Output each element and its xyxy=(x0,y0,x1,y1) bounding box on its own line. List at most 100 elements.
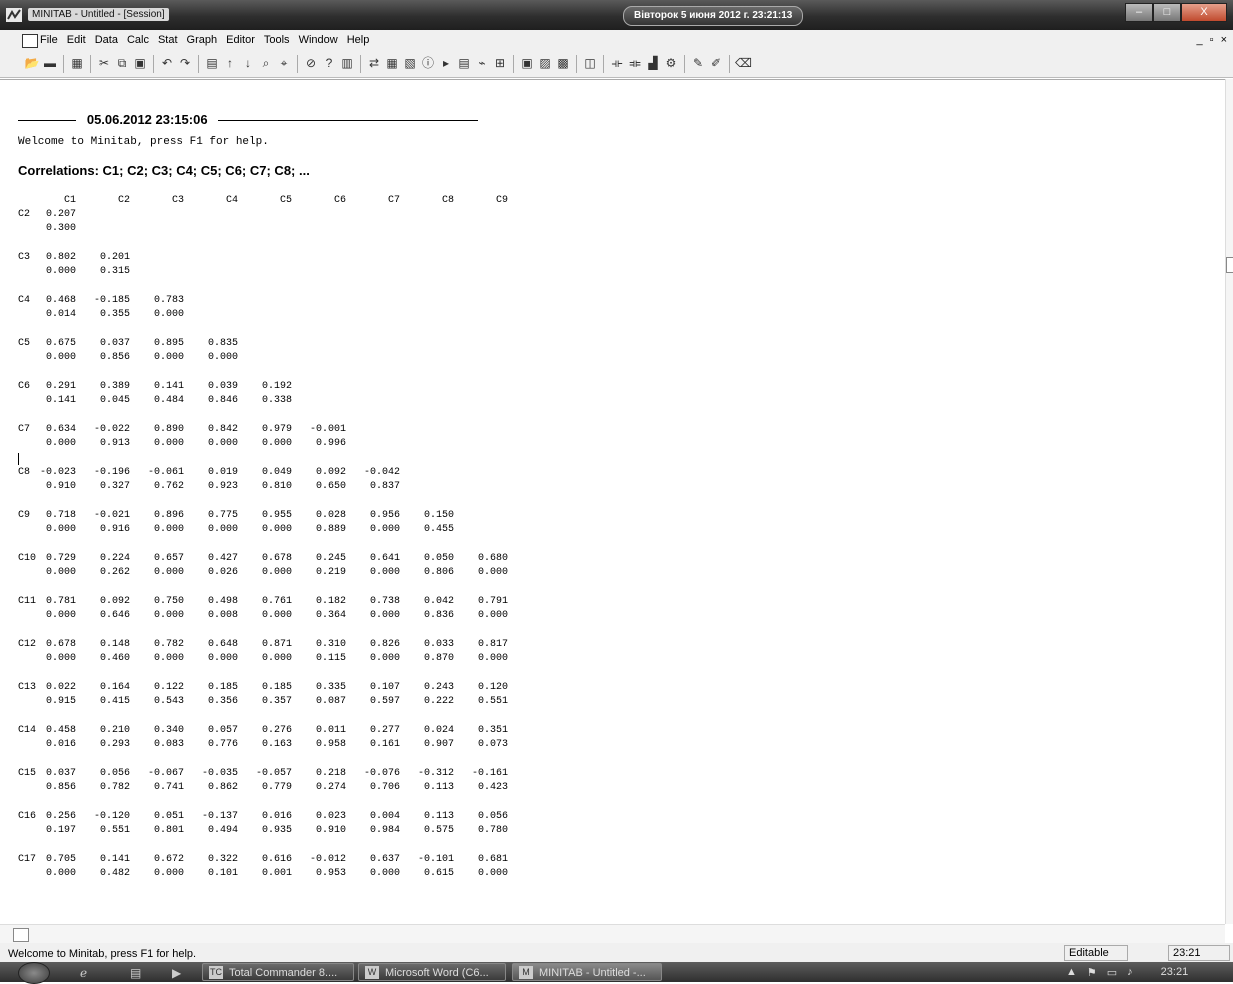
menu-tools[interactable]: Tools xyxy=(264,34,290,46)
taskbar-total-commander[interactable]: TC Total Commander 8.... xyxy=(202,963,354,981)
help-icon[interactable]: ? xyxy=(321,55,337,71)
taskbar-label: Total Commander 8.... xyxy=(229,967,338,979)
paste-icon[interactable]: ▣ xyxy=(132,55,148,71)
matrix-cell: 0.657 xyxy=(153,553,184,564)
media-icon[interactable]: ▶ xyxy=(172,966,181,980)
find-icon[interactable]: ⌕ xyxy=(258,55,274,71)
minimize-button[interactable]: – xyxy=(1125,3,1153,22)
eraser-icon[interactable]: ⌫ xyxy=(735,55,752,71)
worksheet2-icon[interactable]: ▧ xyxy=(402,55,418,71)
volume-icon[interactable]: ♪ xyxy=(1127,966,1133,979)
vertical-scrollbar[interactable] xyxy=(1225,79,1233,924)
session-window[interactable]: 05.06.2012 23:15:06 Welcome to Minitab, … xyxy=(0,79,1225,925)
find-next-icon[interactable]: ⌖ xyxy=(276,55,292,71)
menu-help[interactable]: Help xyxy=(347,34,370,46)
toolbar-separator xyxy=(360,55,361,73)
cancel-icon[interactable]: ⊘ xyxy=(303,55,319,71)
network-icon[interactable]: ▭ xyxy=(1107,966,1117,979)
history-icon[interactable]: ▸ xyxy=(438,55,454,71)
print-icon[interactable]: ▦ xyxy=(69,55,85,71)
worksheet-icon[interactable]: ▦ xyxy=(384,55,400,71)
menu-editor[interactable]: Editor xyxy=(226,34,255,46)
undo-icon[interactable]: ↶ xyxy=(159,55,175,71)
menu-edit[interactable]: Edit xyxy=(67,34,86,46)
down-arrow-icon[interactable]: ↓ xyxy=(240,55,256,71)
menu-calc[interactable]: Calc xyxy=(127,34,149,46)
edit2-icon[interactable]: ✐ xyxy=(708,55,724,71)
taskbar-word[interactable]: W Microsoft Word (C6... xyxy=(358,963,506,981)
matrix-cell: 0.000 xyxy=(45,567,76,578)
tray-time[interactable]: 23:21 xyxy=(1161,966,1189,979)
data-icon[interactable]: ▟ xyxy=(645,55,661,71)
up-arrow-icon[interactable]: ↑ xyxy=(222,55,238,71)
row-label: C9 xyxy=(18,510,31,521)
menu-bar: File Edit Data Calc Stat Graph Editor To… xyxy=(0,30,1233,52)
flag-icon[interactable]: ⚑ xyxy=(1087,966,1097,979)
copy-icon[interactable]: ⧉ xyxy=(114,55,130,71)
matrix-cell: 0.648 xyxy=(207,639,238,650)
matrix-cell: 0.000 xyxy=(369,653,400,664)
maximize-button[interactable]: □ xyxy=(1153,3,1181,22)
brush2-icon[interactable]: ⟚ xyxy=(627,55,643,71)
chart-icon[interactable]: ◫ xyxy=(582,55,598,71)
mdi-controls[interactable]: _ ▫ × xyxy=(1196,34,1229,46)
matrix-cell: 0.706 xyxy=(369,782,400,793)
close-button[interactable]: X xyxy=(1181,3,1227,22)
book-icon[interactable]: ▥ xyxy=(339,55,355,71)
menu-stat[interactable]: Stat xyxy=(158,34,178,46)
matrix-cell: 0.681 xyxy=(477,854,508,865)
matrix-cell: 0.201 xyxy=(99,252,130,263)
info-icon[interactable]: ⓘ xyxy=(420,55,436,71)
matrix-cell: 0.817 xyxy=(477,639,508,650)
horizontal-scrollbar[interactable] xyxy=(0,924,1225,944)
open-icon[interactable]: 📂 xyxy=(24,55,40,71)
save-icon[interactable]: ▬ xyxy=(42,55,58,71)
layout-icon[interactable]: ⊞ xyxy=(492,55,508,71)
tool-icon[interactable]: ⚙ xyxy=(663,55,679,71)
status-bar: Welcome to Minitab, press F1 for help. E… xyxy=(0,943,1233,962)
matrix-cell: 0.351 xyxy=(477,725,508,736)
matrix-cell: 0.011 xyxy=(315,725,346,736)
start-button[interactable] xyxy=(18,962,50,984)
matrix-cell: 0.910 xyxy=(45,481,76,492)
tray-arrow-icon[interactable]: ▲ xyxy=(1066,966,1077,979)
menu-file[interactable]: File xyxy=(40,34,58,46)
toolbar: 📂 ▬ ▦ ✂ ⧉ ▣ ↶ ↷ ▤ ↑ ↓ ⌕ ⌖ ⊘? ▥ ⇄ ▦ ▧ ⓘ ▸ ▤ ⌁ ⊞ ▣ ▨ ▩ ◫ ⟛ ⟚ ▟ ⚙ ✎ ✐ ⌫ xyxy=(0,51,1233,78)
session-document-icon[interactable] xyxy=(22,34,38,48)
matrix-cell: 0.935 xyxy=(261,825,292,836)
matrix-cell: -0.312 xyxy=(417,768,454,779)
matrix-cell: 0.049 xyxy=(261,467,292,478)
ie-icon[interactable]: ℯ xyxy=(80,966,87,980)
scroll-thumb[interactable] xyxy=(1226,257,1233,273)
window-icon[interactable]: ▨ xyxy=(537,55,553,71)
brush-icon[interactable]: ⟛ xyxy=(609,55,625,71)
report-icon[interactable]: ▤ xyxy=(456,55,472,71)
row-label: C4 xyxy=(18,295,31,306)
edit-icon[interactable]: ✎ xyxy=(690,55,706,71)
matrix-cell: 0.335 xyxy=(315,682,346,693)
menu-data[interactable]: Data xyxy=(95,34,118,46)
taskbar-minitab[interactable]: M MINITAB - Untitled -... xyxy=(512,963,662,981)
redo-icon[interactable]: ↷ xyxy=(177,55,193,71)
taskbar-label: Microsoft Word (C6... xyxy=(385,967,489,979)
matrix-cell: 0.207 xyxy=(45,209,76,220)
session-icon[interactable]: ▤ xyxy=(204,55,220,71)
matrix-cell: 0.953 xyxy=(315,868,346,879)
graph-icon[interactable]: ⇄ xyxy=(366,55,382,71)
cut-icon[interactable]: ✂ xyxy=(96,55,112,71)
pin-icon[interactable]: ⌁ xyxy=(474,55,490,71)
matrix-cell: 0.262 xyxy=(99,567,130,578)
minitab-app-icon[interactable] xyxy=(6,8,22,22)
scroll-thumb[interactable] xyxy=(13,928,29,942)
toolbar-separator xyxy=(603,55,604,73)
toolbar-separator xyxy=(729,55,730,73)
menu-window[interactable]: Window xyxy=(299,34,338,46)
matrix-cell: 0.050 xyxy=(423,553,454,564)
matrix-cell: 0.000 xyxy=(153,438,184,449)
matrix-cell: 0.984 xyxy=(369,825,400,836)
manager-icon[interactable]: ▣ xyxy=(519,55,535,71)
explorer-icon[interactable]: ▤ xyxy=(130,966,141,980)
grid-icon[interactable]: ▩ xyxy=(555,55,571,71)
matrix-cell: 0.056 xyxy=(99,768,130,779)
menu-graph[interactable]: Graph xyxy=(187,34,218,46)
